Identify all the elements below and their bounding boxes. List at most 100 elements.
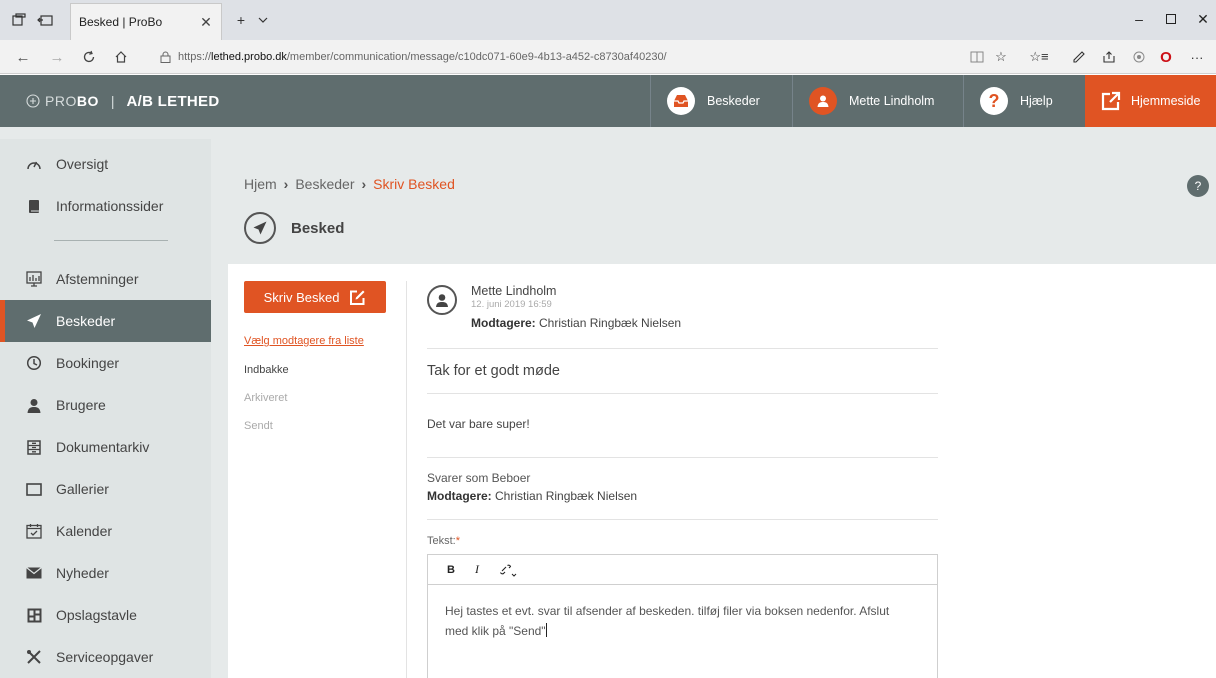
url-path: /member/communication/message/c10dc071-6… — [286, 51, 667, 63]
probo-logo-icon — [26, 94, 40, 108]
probo-logo: PROBO — [45, 93, 99, 109]
pen-notes-icon[interactable] — [1068, 47, 1090, 67]
recipients-value: Christian Ringbæk Nielsen — [539, 316, 682, 330]
sidebar-divider — [54, 240, 168, 241]
tools-icon — [26, 649, 42, 665]
user-icon — [26, 397, 42, 413]
brand[interactable]: PROBO | A/B LETHED — [26, 75, 219, 127]
message-recipients: Modtagere: Christian Ringbæk Nielsen — [471, 316, 681, 330]
organization-name: A/B LETHED — [126, 92, 220, 110]
header-homepage-button[interactable]: Hjemmeside — [1085, 75, 1216, 127]
book-icon — [26, 198, 42, 214]
sidebar-item-label: Bookinger — [56, 355, 120, 371]
paper-plane-icon — [244, 212, 276, 244]
recipients-label: Modtagere: — [471, 316, 536, 330]
brand-separator: | — [110, 93, 115, 109]
folder-inbox[interactable]: Indbakke — [244, 364, 289, 376]
choose-recipients-link[interactable]: Vælg modtagere fra liste — [244, 335, 364, 347]
tabs-aside-icon[interactable] — [34, 10, 56, 30]
italic-button[interactable]: I — [464, 559, 490, 581]
sidebar-item-dokumentarkiv[interactable]: Dokumentarkiv — [0, 426, 211, 468]
header-homepage-label: Hjemmeside — [1131, 94, 1201, 108]
breadcrumb-current: Skriv Besked — [373, 176, 455, 192]
edit-icon — [349, 289, 366, 306]
forward-icon[interactable]: → — [46, 47, 68, 67]
sidebar-item-nyheder[interactable]: Nyheder — [0, 552, 211, 594]
url-field[interactable]: https://lethed.probo.dk/member/communica… — [152, 45, 957, 69]
calendar-check-icon — [26, 523, 42, 539]
sidebar-item-beskeder[interactable]: Beskeder — [0, 300, 211, 342]
url-prefix: https:// — [178, 51, 212, 63]
paper-plane-icon — [26, 313, 42, 329]
sidebar-item-label: Beskeder — [56, 313, 116, 329]
breadcrumb-separator: › — [283, 176, 289, 192]
header-messages-button[interactable]: Beskeder — [650, 75, 792, 127]
share-icon[interactable] — [1098, 47, 1120, 67]
header-user-name: Mette Lindholm — [849, 94, 935, 108]
header-user-button[interactable]: Mette Lindholm — [792, 75, 963, 127]
sender-avatar-icon — [427, 285, 457, 315]
favorite-star-icon[interactable]: ☆ — [990, 47, 1012, 67]
back-icon[interactable]: ← — [12, 47, 34, 67]
sidebar-item-afstemninger[interactable]: Afstemninger — [0, 258, 211, 300]
divider — [427, 457, 938, 458]
inbox-icon — [667, 87, 695, 115]
sidebar-item-brugere[interactable]: Brugere — [0, 384, 211, 426]
tab-close-icon[interactable]: ✕ — [199, 14, 213, 31]
breadcrumb-home[interactable]: Hjem — [244, 176, 277, 192]
sidebar-item-bookinger[interactable]: Bookinger — [0, 342, 211, 384]
url-host: lethed.probo.dk — [211, 51, 287, 63]
text-field-label: Tekst:* — [427, 535, 461, 547]
sidebar-item-oversigt[interactable]: Oversigt — [0, 143, 211, 185]
sidebar-item-kalender[interactable]: Kalender — [0, 510, 211, 552]
breadcrumb-messages[interactable]: Beskeder — [295, 176, 354, 192]
lock-icon — [160, 51, 172, 63]
required-mark: * — [455, 535, 461, 547]
tab-title: Besked | ProBo — [79, 15, 163, 29]
user-avatar-icon — [809, 87, 837, 115]
header-help-button[interactable]: ? Hjælp — [963, 75, 1085, 127]
sidebar-item-label: Nyheder — [56, 565, 109, 581]
link-icon[interactable] — [490, 559, 524, 581]
header-help-label: Hjælp — [1020, 94, 1053, 108]
editor-toolbar: B I — [428, 555, 937, 585]
message-sender: Mette Lindholm — [471, 284, 557, 298]
compose-label: Skriv Besked — [263, 289, 340, 305]
new-tab-icon[interactable]: + — [230, 10, 252, 30]
folder-sent[interactable]: Sendt — [244, 420, 273, 432]
minimize-icon[interactable]: – — [1126, 8, 1152, 30]
refresh-icon[interactable] — [78, 47, 100, 67]
browser-tab[interactable]: Besked | ProBo ✕ — [70, 3, 222, 40]
help-icon: ? — [980, 87, 1008, 115]
close-window-icon[interactable]: ✕ — [1190, 8, 1216, 30]
breadcrumb: Hjem › Beskeder › Skriv Besked — [244, 176, 455, 192]
sidebar-item-label: Dokumentarkiv — [56, 439, 150, 455]
folder-archived[interactable]: Arkiveret — [244, 392, 287, 404]
clock-icon — [26, 355, 42, 371]
opera-icon[interactable]: O — [1155, 47, 1177, 67]
sidebar-item-serviceopgaver[interactable]: Serviceopgaver — [0, 636, 211, 678]
favorites-list-icon[interactable]: ☆≡ — [1028, 47, 1050, 67]
extension-icon[interactable] — [1128, 47, 1150, 67]
gallery-frame-icon — [26, 481, 42, 497]
tab-actions-icon[interactable] — [8, 10, 30, 30]
page-title: Besked — [291, 220, 345, 237]
envelope-icon — [26, 565, 42, 581]
bold-button[interactable]: B — [438, 559, 464, 581]
home-icon[interactable] — [110, 47, 132, 67]
tab-dropdown-icon[interactable] — [252, 10, 274, 30]
compose-message-button[interactable]: Skriv Besked — [244, 281, 386, 313]
sidebar-item-label: Gallerier — [56, 481, 109, 497]
external-link-icon — [1101, 91, 1121, 111]
reply-textarea[interactable]: Hej tastes et evt. svar til afsender af … — [428, 585, 918, 641]
page-help-icon[interactable]: ? — [1187, 175, 1209, 197]
reading-view-icon[interactable] — [966, 47, 988, 67]
page-header: Hjem › Beskeder › Skriv Besked ? Besked — [211, 139, 1216, 260]
maximize-icon[interactable] — [1158, 8, 1184, 30]
more-icon[interactable]: ··· — [1186, 47, 1208, 67]
sidebar-item-opslagstavle[interactable]: Opslagstavle — [0, 594, 211, 636]
reply-editor[interactable]: B I Hej tastes et evt. svar til afsender… — [427, 554, 938, 678]
sidebar-item-gallerier[interactable]: Gallerier — [0, 468, 211, 510]
sidebar-item-informationssider[interactable]: Informationssider — [0, 185, 211, 227]
browser-tab-bar: Besked | ProBo ✕ + – ✕ — [0, 0, 1216, 40]
